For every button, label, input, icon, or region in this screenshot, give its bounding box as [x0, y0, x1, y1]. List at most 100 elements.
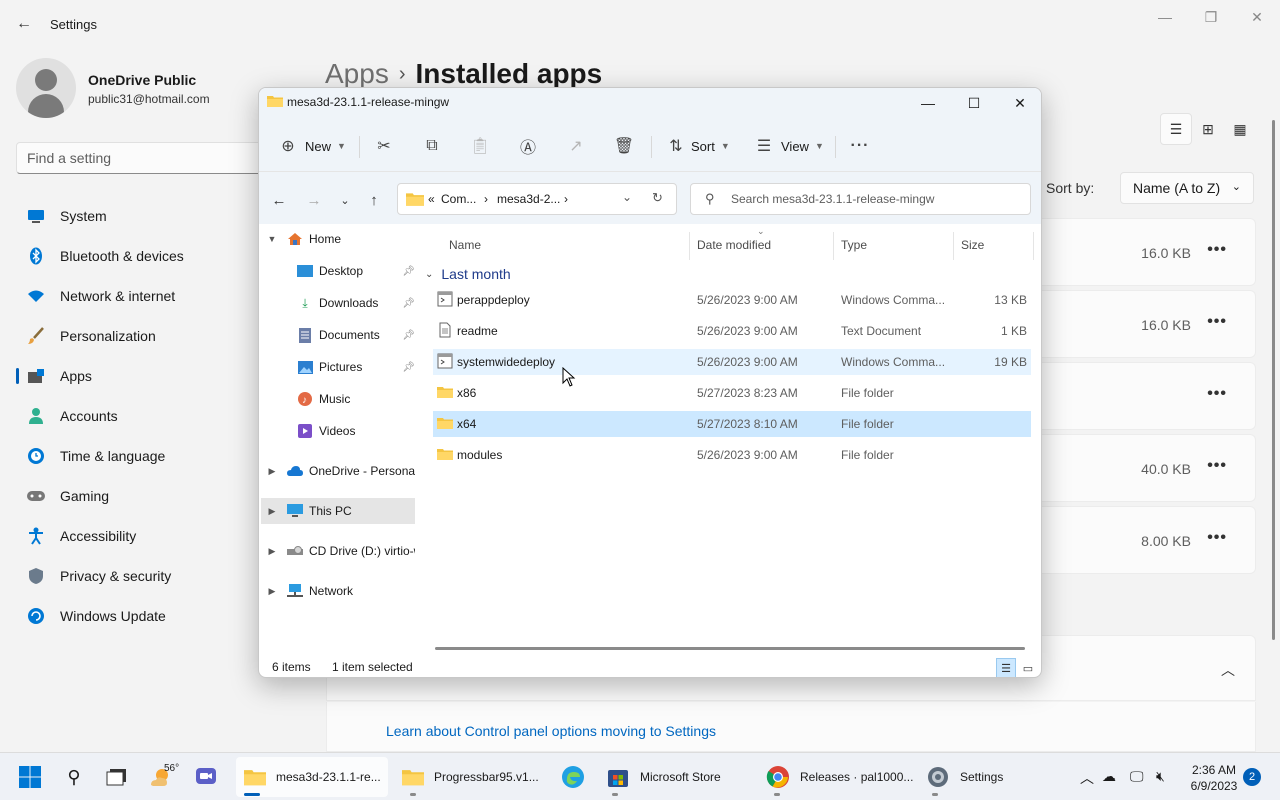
chevron-up-icon[interactable]: ︿	[1221, 660, 1235, 680]
back-arrow-icon[interactable]: ←	[267, 188, 291, 212]
taskbar-item-settings[interactable]: Settings	[922, 757, 1022, 797]
breadcrumb-parent[interactable]: Apps	[325, 58, 389, 89]
maximize-icon[interactable]: ☐	[951, 88, 997, 118]
view-button[interactable]: ☰ View ▼	[753, 132, 824, 160]
widgets-button[interactable]: 56°	[148, 757, 184, 797]
up-arrow-icon[interactable]: ↑	[362, 188, 386, 212]
tree-item-this-pc[interactable]: ▶ This PC	[261, 498, 415, 524]
nav-item-personalization[interactable]: Personalization	[16, 316, 260, 356]
column-header-date[interactable]: Date modified	[697, 238, 771, 252]
nav-item-windows-update[interactable]: Windows Update	[16, 596, 260, 636]
file-row[interactable]: perappdeploy 5/26/2023 9:00 AM Windows C…	[433, 287, 1031, 313]
task-view-button[interactable]	[106, 757, 136, 797]
chevron-right-icon[interactable]: ▶	[265, 466, 279, 477]
address-dropdown-icon[interactable]: ⌄	[622, 190, 632, 204]
chevron-right-icon[interactable]: ▶	[265, 586, 279, 597]
back-arrow-icon[interactable]: ←	[12, 12, 36, 36]
cut-button[interactable]: ✂	[373, 132, 395, 160]
explorer-titlebar[interactable]: mesa3d-23.1.1-release-mingw — ☐ ✕	[259, 88, 1041, 118]
tree-item-network[interactable]: ▶ Network	[259, 578, 415, 604]
grid-view-icon[interactable]: ⊞	[1192, 113, 1224, 145]
chevron-up-icon[interactable]: ︿	[1080, 768, 1094, 788]
share-button[interactable]: ↗	[565, 132, 587, 160]
see-more-button[interactable]: ···	[849, 132, 871, 160]
column-divider[interactable]	[1033, 232, 1034, 260]
column-header-name[interactable]: Name	[449, 238, 481, 252]
overflow-chevron-icon[interactable]: «	[428, 192, 435, 206]
chevron-right-icon[interactable]: ▶	[265, 506, 279, 517]
chevron-down-icon[interactable]: ▼	[265, 234, 279, 244]
horizontal-scrollbar[interactable]	[435, 647, 1025, 650]
control-panel-link[interactable]: Learn about Control panel options moving…	[386, 723, 716, 739]
address-separator-icon[interactable]: ›	[564, 192, 568, 206]
more-options-icon[interactable]: •••	[1207, 529, 1227, 547]
sort-by-dropdown[interactable]: Name (A to Z) ⌄	[1120, 172, 1254, 204]
recent-locations-chevron-icon[interactable]: ⌄	[333, 188, 357, 212]
search-button[interactable]: ⚲	[62, 757, 92, 797]
nav-item-gaming[interactable]: Gaming	[16, 476, 260, 516]
column-header-size[interactable]: Size	[961, 238, 984, 252]
taskbar-item-store[interactable]: Microsoft Store	[600, 757, 750, 797]
tree-item-downloads[interactable]: ⤓ Downloads 📌︎	[259, 290, 415, 316]
tree-item-videos[interactable]: Videos	[259, 418, 415, 444]
chat-button[interactable]	[194, 757, 224, 797]
find-setting-input[interactable]: Find a setting	[16, 142, 266, 174]
list-view-icon[interactable]: ☰	[1160, 113, 1192, 145]
refresh-icon[interactable]: ↻	[652, 190, 663, 206]
app-row[interactable]: •••	[1040, 362, 1256, 430]
tree-item-pictures[interactable]: Pictures 📌︎	[259, 354, 415, 380]
pin-icon[interactable]: 📌︎	[402, 266, 415, 277]
large-icons-view-icon[interactable]: ▭	[1018, 658, 1038, 677]
minimize-icon[interactable]: —	[1150, 8, 1180, 28]
tree-item-music[interactable]: ♪ Music	[259, 386, 415, 412]
more-options-icon[interactable]: •••	[1207, 241, 1227, 259]
chevron-right-icon[interactable]: ▶	[265, 546, 279, 557]
file-row[interactable]: readme 5/26/2023 9:00 AM Text Document 1…	[433, 318, 1031, 344]
pin-icon[interactable]: 📌︎	[402, 330, 415, 341]
nav-item-system[interactable]: System	[16, 196, 260, 236]
restore-icon[interactable]: ❐	[1196, 8, 1226, 28]
tree-item-desktop[interactable]: Desktop 📌︎	[259, 258, 415, 284]
column-divider[interactable]	[689, 232, 690, 260]
close-icon[interactable]: ✕	[1242, 8, 1272, 28]
new-button[interactable]: ⊕ New ▼	[277, 132, 346, 160]
start-button[interactable]	[18, 757, 48, 797]
taskbar-item-explorer-mesa[interactable]: mesa3d-23.1.1-re...	[236, 757, 388, 797]
nav-item-privacy[interactable]: Privacy & security	[16, 556, 260, 596]
nav-item-bluetooth[interactable]: Bluetooth & devices	[16, 236, 260, 276]
taskbar-item-edge[interactable]	[556, 757, 590, 797]
tree-item-documents[interactable]: Documents 📌︎	[259, 322, 415, 348]
settings-scrollbar[interactable]	[1272, 120, 1275, 640]
more-options-icon[interactable]: •••	[1207, 385, 1227, 403]
address-bar[interactable]: « Com... › mesa3d-2... › ⌄ ↻	[397, 183, 677, 215]
clock[interactable]: 2:36 AM 6/9/2023	[1186, 762, 1242, 794]
more-options-icon[interactable]: •••	[1207, 313, 1227, 331]
details-view-icon[interactable]: ☰	[996, 658, 1016, 677]
sort-button[interactable]: ⇅ Sort ▼	[665, 132, 729, 160]
tree-item-onedrive[interactable]: ▶ OneDrive - Personal	[259, 458, 415, 484]
taskbar-item-explorer-progressbar[interactable]: Progressbar95.v1...	[394, 757, 546, 797]
address-segment[interactable]: mesa3d-2...	[497, 192, 560, 206]
app-row[interactable]: 16.0 KB •••	[1040, 218, 1256, 286]
copy-button[interactable]: ⧉	[421, 132, 443, 160]
file-row[interactable]: x86 5/27/2023 8:23 AM File folder	[433, 380, 1031, 406]
file-row[interactable]: modules 5/26/2023 9:00 AM File folder	[433, 442, 1031, 468]
search-input[interactable]: ⚲ Search mesa3d-23.1.1-release-mingw	[690, 183, 1031, 215]
pin-icon[interactable]: 📌︎	[402, 298, 415, 309]
app-row[interactable]: 8.00 KB •••	[1040, 506, 1256, 574]
group-header-last-month[interactable]: ⌄ Last month	[425, 266, 511, 282]
tree-item-cd-drive[interactable]: ▶ CD Drive (D:) virtio-w	[259, 538, 415, 564]
column-header-type[interactable]: Type	[841, 238, 867, 252]
taskbar-item-chrome[interactable]: Releases · pal1000...	[760, 757, 914, 797]
onedrive-cloud-icon[interactable]: ☁	[1102, 768, 1116, 785]
column-divider[interactable]	[953, 232, 954, 260]
rename-button[interactable]: Ⓐ	[517, 132, 539, 160]
nav-item-accessibility[interactable]: Accessibility	[16, 516, 260, 556]
nav-item-apps[interactable]: Apps	[16, 356, 260, 396]
address-segment[interactable]: Com...	[441, 192, 476, 206]
network-icon[interactable]: 🖵︎	[1130, 768, 1144, 785]
nav-item-accounts[interactable]: Accounts	[16, 396, 260, 436]
column-divider[interactable]	[833, 232, 834, 260]
user-profile[interactable]: OneDrive Public public31@hotmail.com	[16, 58, 256, 122]
close-icon[interactable]: ✕	[997, 88, 1041, 118]
